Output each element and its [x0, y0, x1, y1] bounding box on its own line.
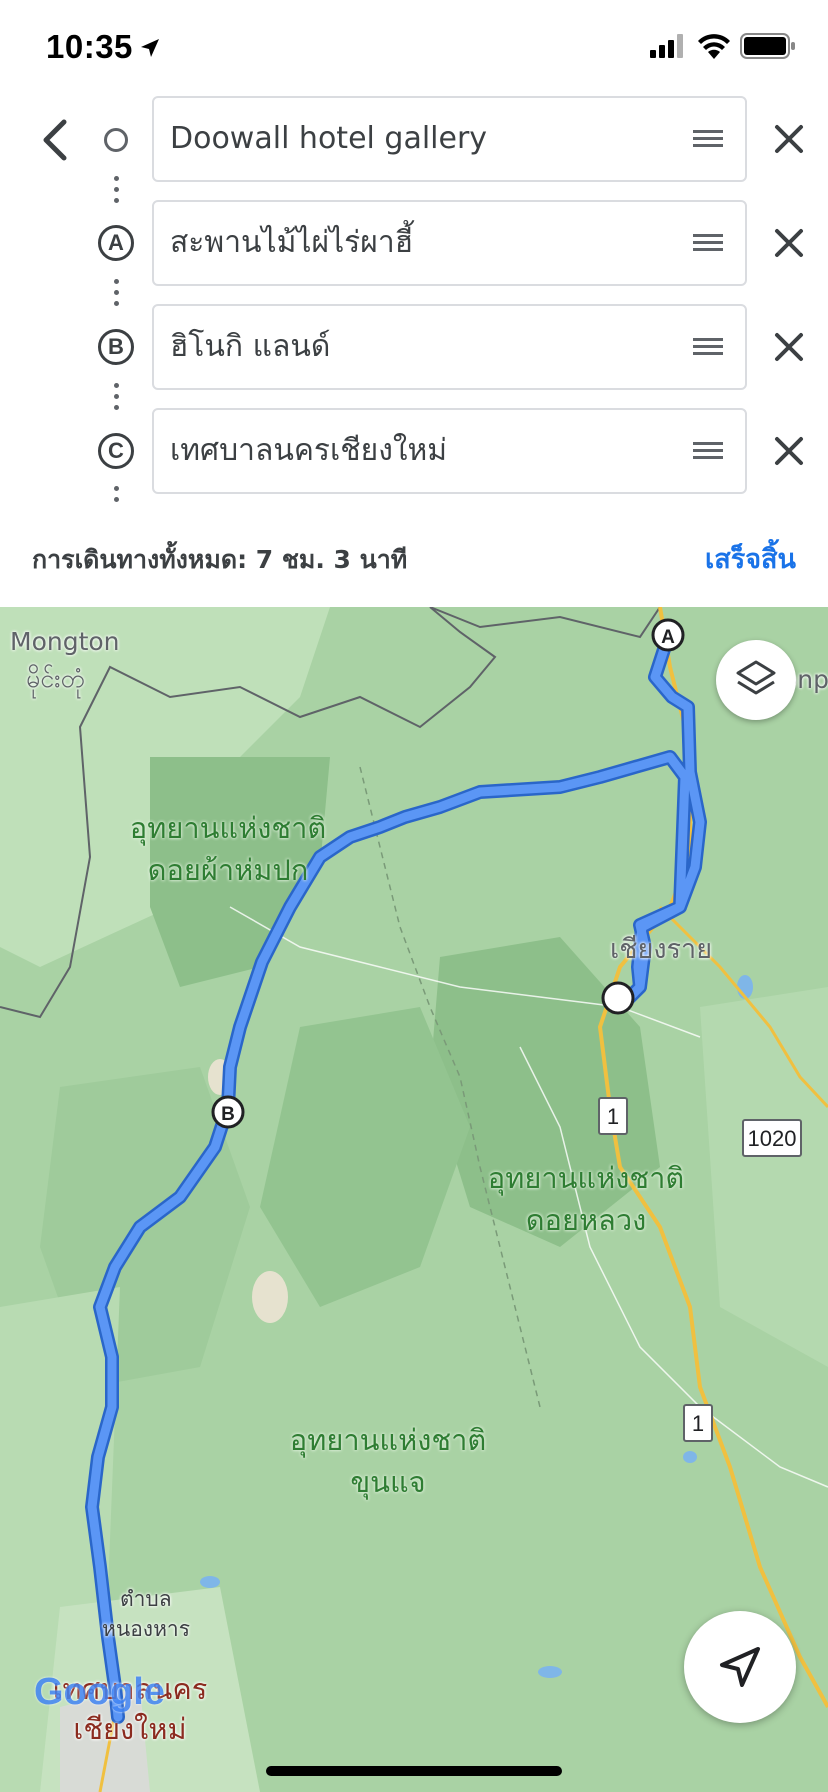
- road-shield-1: 1: [598, 1097, 628, 1135]
- map-label-park-doi-pha-hom-pok: อุทยานแห่งชาติ ดอยผ้าห่มปก: [108, 807, 348, 891]
- waypoint-b-field-text[interactable]: ฮิโนกิ แลนด์: [170, 306, 670, 388]
- waypoint-marker-c: C: [98, 433, 134, 469]
- location-arrow-icon: [141, 39, 159, 57]
- road-shield-1: 1: [683, 1404, 713, 1442]
- waypoint-a-field-text[interactable]: สะพานไม้ไผ่ไร่ผาฮี้: [170, 202, 670, 284]
- done-button[interactable]: เสร็จสิ้น: [705, 537, 796, 580]
- layers-icon: [736, 660, 776, 695]
- map-label-tambon: ตำบล: [120, 1587, 172, 1611]
- wifi-icon: [698, 34, 730, 59]
- route-marker-a-label: A: [661, 627, 675, 648]
- park-label-line: อุทยานแห่งชาติ: [129, 811, 327, 845]
- connector-dots: [113, 279, 119, 312]
- drag-handle-icon[interactable]: [693, 442, 723, 460]
- origin-field-text[interactable]: Doowall hotel gallery: [170, 98, 670, 180]
- route-marker-b-label: B: [221, 1104, 235, 1125]
- cellular-signal-icon: [650, 34, 683, 58]
- status-time: 10:35: [46, 28, 133, 65]
- remove-waypoint-b-button[interactable]: [766, 324, 812, 370]
- connector-dots: [113, 176, 119, 209]
- back-button[interactable]: [24, 108, 88, 172]
- connector-dots: [113, 486, 119, 508]
- park-label-line: ดอยหลวง: [525, 1203, 647, 1237]
- trip-duration-summary: การเดินทางทั้งหมด: 7 ชม. 3 นาที: [32, 545, 408, 574]
- navigation-arrow-icon: [720, 1647, 760, 1687]
- remove-waypoint-a-button[interactable]: [766, 220, 812, 266]
- drag-handle-icon[interactable]: [693, 130, 723, 148]
- connector-dots: [113, 383, 119, 416]
- drag-handle-icon[interactable]: [693, 338, 723, 356]
- waypoint-rail: A B C: [88, 92, 144, 512]
- map-label-chiang-rai: เชียงราย: [610, 934, 713, 965]
- remove-waypoint-c-button[interactable]: [766, 428, 812, 474]
- status-bar: 10:35: [0, 0, 828, 92]
- city-label-line: เชียงใหม่: [73, 1712, 187, 1746]
- waypoint-a-field[interactable]: สะพานไม้ไผ่ไร่ผาฮี้: [152, 200, 747, 286]
- park-label-line: ขุนแจ: [350, 1465, 426, 1499]
- park-label-line: อุทยานแห่งชาติ: [289, 1423, 487, 1457]
- origin-marker-icon: [104, 128, 128, 152]
- route-origin-marker[interactable]: [601, 981, 635, 1015]
- map-label-park-doi-luang: อุทยานแห่งชาติ ดอยหลวง: [466, 1157, 706, 1241]
- battery-icon: [740, 33, 795, 59]
- road-shield-1020: 1020: [742, 1119, 802, 1157]
- layers-button[interactable]: [716, 640, 796, 720]
- remove-origin-button[interactable]: [766, 116, 812, 162]
- home-indicator: [266, 1766, 562, 1776]
- waypoint-b-field[interactable]: ฮิโนกิ แลนด์: [152, 304, 747, 390]
- google-watermark-logo: Google: [34, 1671, 165, 1713]
- waypoint-marker-a: A: [98, 225, 134, 261]
- origin-field[interactable]: Doowall hotel gallery: [152, 96, 747, 182]
- drag-handle-icon[interactable]: [693, 234, 723, 252]
- waypoint-c-field[interactable]: เทศบาลนครเชียงใหม่: [152, 408, 747, 494]
- start-navigation-button[interactable]: [684, 1611, 796, 1723]
- map-label-park-khun-chae: อุทยานแห่งชาติ ขุนแจ: [268, 1419, 508, 1503]
- map-label-mongton-burmese: မိုင်းတုံ: [26, 664, 85, 693]
- map-label-mongton: Mongton: [10, 627, 120, 656]
- waypoint-marker-b: B: [98, 329, 134, 365]
- park-label-line: อุทยานแห่งชาติ: [487, 1161, 685, 1195]
- waypoint-c-field-text[interactable]: เทศบาลนครเชียงใหม่: [170, 410, 670, 492]
- map-label-nong-han: หนองหาร: [102, 1617, 190, 1641]
- park-label-line: ดอยผ้าห่มปก: [147, 853, 309, 887]
